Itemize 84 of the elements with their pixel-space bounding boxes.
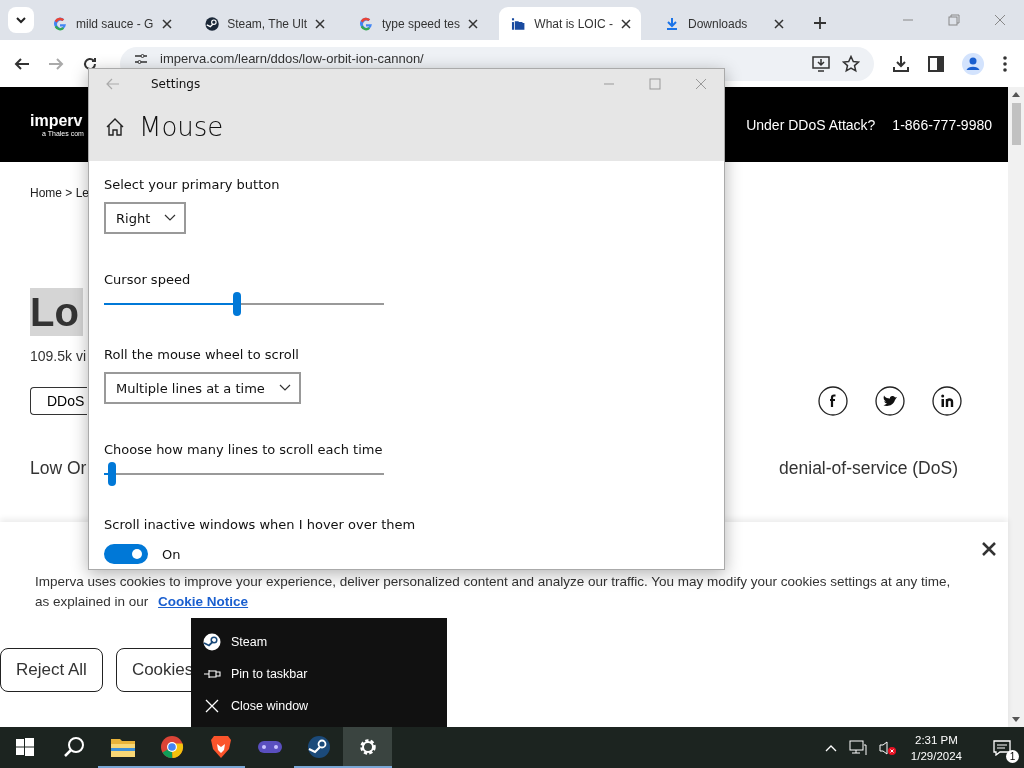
body-text: Low Or xyxy=(30,458,87,479)
side-panel-icon[interactable] xyxy=(928,55,944,72)
close-icon[interactable] xyxy=(162,18,172,29)
search-icon xyxy=(62,735,85,758)
close-icon[interactable] xyxy=(315,18,325,29)
profile-icon[interactable] xyxy=(962,52,984,75)
page-heading: Mouse xyxy=(139,111,224,142)
close-icon[interactable] xyxy=(774,18,784,29)
setting-label: Scroll inactive windows when I hover over them xyxy=(104,517,416,532)
chevron-icon xyxy=(164,214,177,222)
volume-muted-icon[interactable] xyxy=(878,739,897,756)
slider[interactable] xyxy=(104,462,384,486)
close-icon[interactable] xyxy=(468,18,478,29)
close-icon[interactable] xyxy=(982,542,996,556)
toggle-state: On xyxy=(162,546,181,562)
chrome-logo-icon xyxy=(159,734,184,759)
pin-icon xyxy=(203,668,221,680)
in-logo-icon[interactable] xyxy=(932,386,962,416)
slider-thumb[interactable] xyxy=(233,292,241,316)
new-tab-icon[interactable] xyxy=(813,16,827,30)
taskbar-button[interactable] xyxy=(343,727,392,768)
setting-label: Roll the mouse wheel to scroll xyxy=(104,347,299,362)
breadcrumb[interactable]: Home > Le xyxy=(30,186,90,200)
slider[interactable] xyxy=(104,292,384,316)
toggle-switch[interactable] xyxy=(104,544,148,564)
bird-icon[interactable] xyxy=(875,386,905,416)
body-text: denial-of-service (DoS) xyxy=(779,458,958,479)
dropdown[interactable]: Multiple lines at a time xyxy=(104,372,301,404)
scroll-down-icon[interactable] xyxy=(1012,717,1020,723)
slider-thumb[interactable] xyxy=(108,462,117,486)
gamepad-icon xyxy=(256,738,283,755)
dropdown[interactable]: Right xyxy=(104,202,187,234)
notifications-button[interactable]: 1 xyxy=(988,732,1016,763)
tab-search-button[interactable] xyxy=(8,7,34,33)
back-icon[interactable] xyxy=(14,55,30,72)
site-logo-icon xyxy=(511,15,527,32)
scrollbar[interactable] xyxy=(1008,87,1024,727)
windows-logo-icon xyxy=(15,737,34,756)
chevron-up-icon[interactable] xyxy=(824,743,837,752)
network-icon[interactable] xyxy=(848,739,867,756)
browser-tab[interactable]: What is LOIC - xyxy=(499,7,641,40)
download-icon[interactable] xyxy=(892,54,910,73)
phone-link[interactable]: 1-866-777-9980 xyxy=(892,116,992,133)
menu-icon[interactable] xyxy=(1002,54,1008,73)
cookie-text: Imperva uses cookies to improve your experience, deliver personalized content and analyze our traffic. You may modify your cookies settings at any time, as explained in our Cookie Notice xyxy=(35,573,952,611)
home-icon[interactable] xyxy=(105,116,125,137)
f-logo-icon[interactable] xyxy=(818,386,848,416)
setting-label: Select your primary button xyxy=(104,177,280,192)
menu-item[interactable]: Close window xyxy=(191,690,447,722)
setting-label: Choose how many lines to scroll each time xyxy=(104,442,383,457)
steam-logo-icon xyxy=(306,734,331,759)
view-count: 109.5k vi xyxy=(30,348,87,364)
clock-date[interactable]: 1/29/2024 xyxy=(910,747,962,764)
steam-logo-icon xyxy=(205,15,220,32)
tag-button[interactable]: DDoS xyxy=(30,387,87,415)
message-icon xyxy=(993,739,1011,756)
clock-time[interactable]: 2:31 PM xyxy=(915,731,958,748)
page-heading: Lo xyxy=(30,288,83,336)
bookmark-star-icon[interactable] xyxy=(842,54,860,73)
header-link[interactable]: Under DDoS Attack? xyxy=(746,116,876,133)
close-icon xyxy=(203,699,221,713)
notification-count: 1 xyxy=(1006,749,1019,763)
g-logo-icon xyxy=(52,15,68,32)
scroll-up-icon[interactable] xyxy=(1012,91,1020,97)
lion-logo-icon xyxy=(209,734,232,759)
cookie-notice-link[interactable]: Cookie Notice xyxy=(158,594,249,609)
folder-icon xyxy=(110,736,135,757)
cookie-button[interactable]: Reject All xyxy=(0,648,103,692)
site-info-icon[interactable] xyxy=(134,51,148,66)
download-icon xyxy=(664,15,680,32)
close-icon[interactable] xyxy=(621,18,631,29)
site-logo[interactable]: imperv xyxy=(30,112,83,130)
browser-tab[interactable]: type speed tes xyxy=(346,7,488,40)
browser-tab[interactable]: mild sauce - G xyxy=(40,7,182,40)
setting-label: Cursor speed xyxy=(104,272,191,287)
browser-tab[interactable]: Steam, The Ult xyxy=(193,7,335,40)
install-app-icon[interactable] xyxy=(812,55,830,72)
steam-logo-icon xyxy=(203,633,221,651)
chevron-icon xyxy=(15,14,27,26)
g-logo-icon xyxy=(358,15,374,32)
browser-tab[interactable]: Downloads xyxy=(652,7,794,40)
scrollbar-thumb[interactable] xyxy=(1011,103,1021,145)
chevron-icon xyxy=(278,384,291,392)
reload-icon[interactable] xyxy=(82,55,98,72)
